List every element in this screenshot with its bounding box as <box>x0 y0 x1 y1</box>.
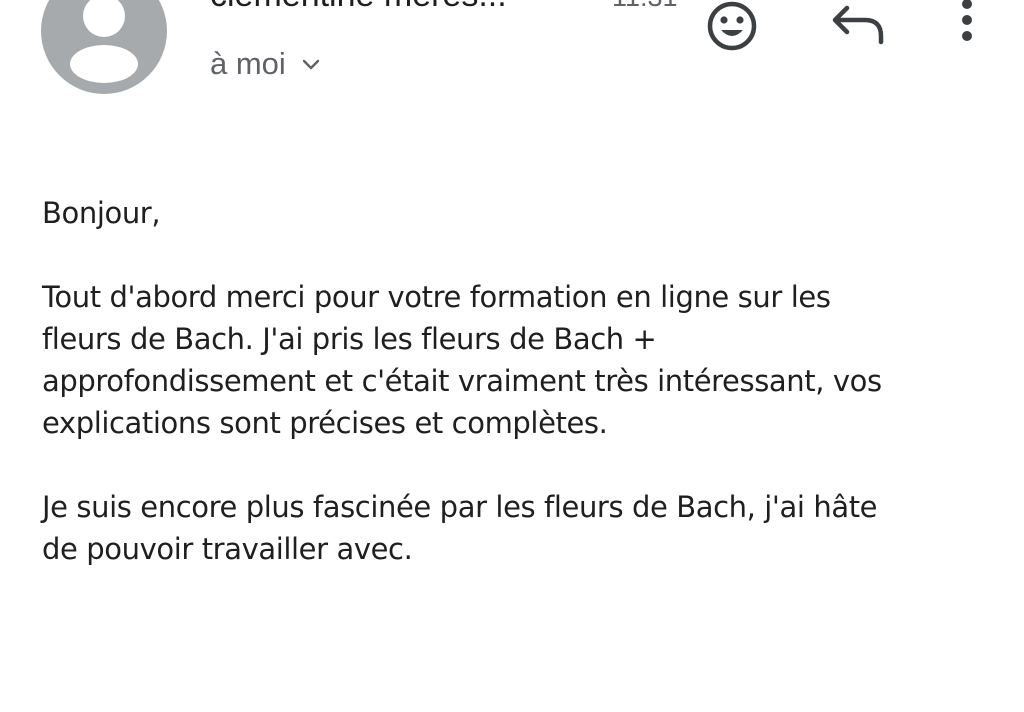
message-body: Bonjour, Tout d'abord merci pour votre f… <box>42 192 1002 570</box>
message-paragraph-2: Je suis encore plus fascinée par les fle… <box>42 490 878 566</box>
chevron-down-icon <box>302 59 320 70</box>
recipient-details-toggle[interactable]: à moi <box>210 44 322 84</box>
reply-icon[interactable] <box>831 0 887 48</box>
email-view: clementine meres... 11:31 à moi Bonjour,… <box>0 0 1024 712</box>
message-paragraph-1: Tout d'abord merci pour votre formation … <box>42 280 882 440</box>
recipient-label: à moi <box>210 46 286 81</box>
message-time: 11:31 <box>612 0 678 13</box>
sender-name[interactable]: clementine meres... <box>210 0 507 15</box>
sender-avatar[interactable] <box>41 0 167 94</box>
more-vertical-icon[interactable] <box>952 0 982 46</box>
add-reaction-icon[interactable] <box>704 0 760 54</box>
greeting-text: Bonjour, <box>42 196 161 230</box>
